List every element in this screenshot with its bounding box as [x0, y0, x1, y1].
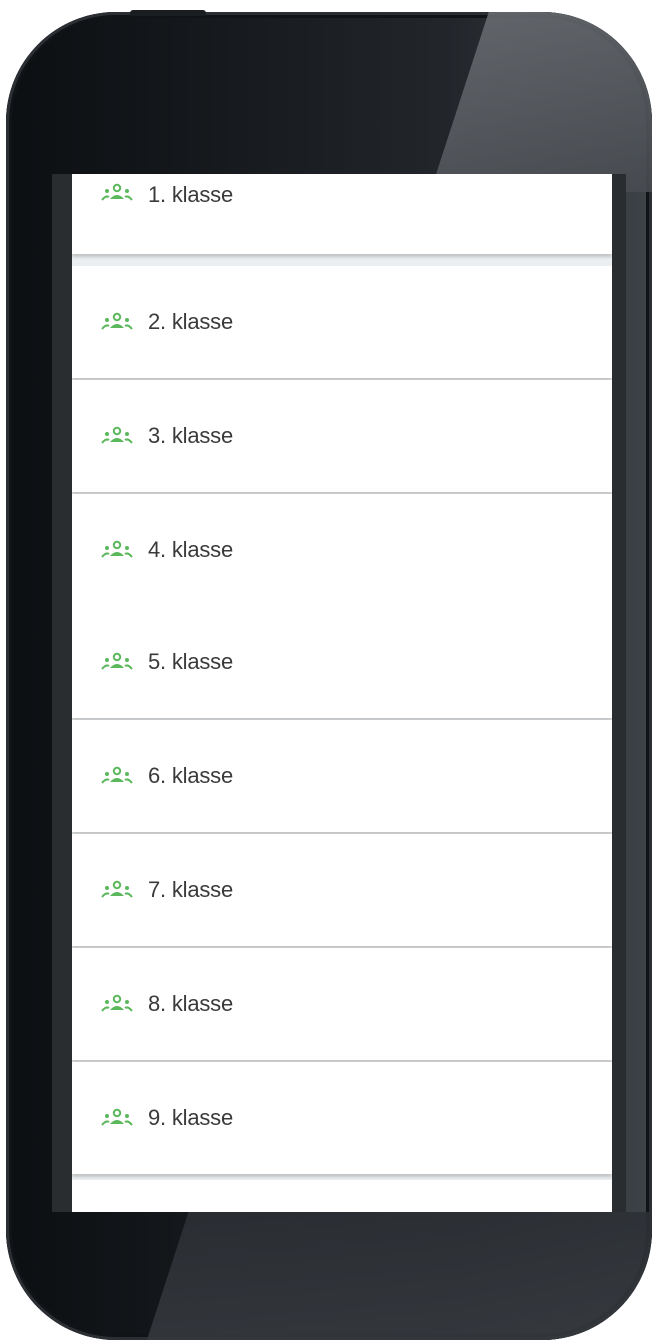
item-label: 7. klasse	[148, 877, 234, 902]
groups-icon	[101, 994, 133, 1012]
list-item[interactable]: 7. klasse	[72, 834, 612, 946]
list-item[interactable]: 8. klasse	[72, 948, 612, 1060]
groups-icon	[101, 312, 133, 330]
groups-icon	[101, 652, 133, 670]
list-item[interactable]: 5. klasse	[72, 606, 612, 718]
list-item[interactable]: 9. klasse	[72, 1062, 612, 1174]
list-item-partial[interactable]	[72, 1180, 612, 1212]
item-label: 1. klasse	[148, 182, 234, 207]
groups-icon	[101, 540, 133, 558]
groups-icon	[101, 426, 133, 444]
list-item[interactable]: 1. klasse	[72, 174, 612, 254]
phone-frame: 1. klasse 2. klasse 3. klasse 4. klasse …	[6, 12, 652, 1340]
power-button	[130, 10, 206, 16]
item-label: 2. klasse	[148, 309, 234, 334]
item-label: 6. klasse	[148, 763, 234, 788]
screen: 1. klasse 2. klasse 3. klasse 4. klasse …	[52, 174, 626, 1212]
item-label: 3. klasse	[148, 423, 234, 448]
list-item[interactable]: 4. klasse	[72, 494, 612, 606]
item-label: 8. klasse	[148, 991, 234, 1016]
list-item[interactable]: 2. klasse	[72, 266, 612, 378]
groups-icon	[101, 766, 133, 784]
class-list: 1. klasse 2. klasse 3. klasse 4. klasse …	[72, 174, 612, 1212]
groups-icon	[101, 880, 133, 898]
list-item[interactable]: 6. klasse	[72, 720, 612, 832]
groups-icon	[101, 1108, 133, 1126]
item-label: 4. klasse	[148, 537, 234, 562]
item-label: 9. klasse	[148, 1105, 234, 1130]
item-label: 5. klasse	[148, 649, 234, 674]
list-item[interactable]: 3. klasse	[72, 380, 612, 492]
groups-icon	[101, 183, 133, 201]
